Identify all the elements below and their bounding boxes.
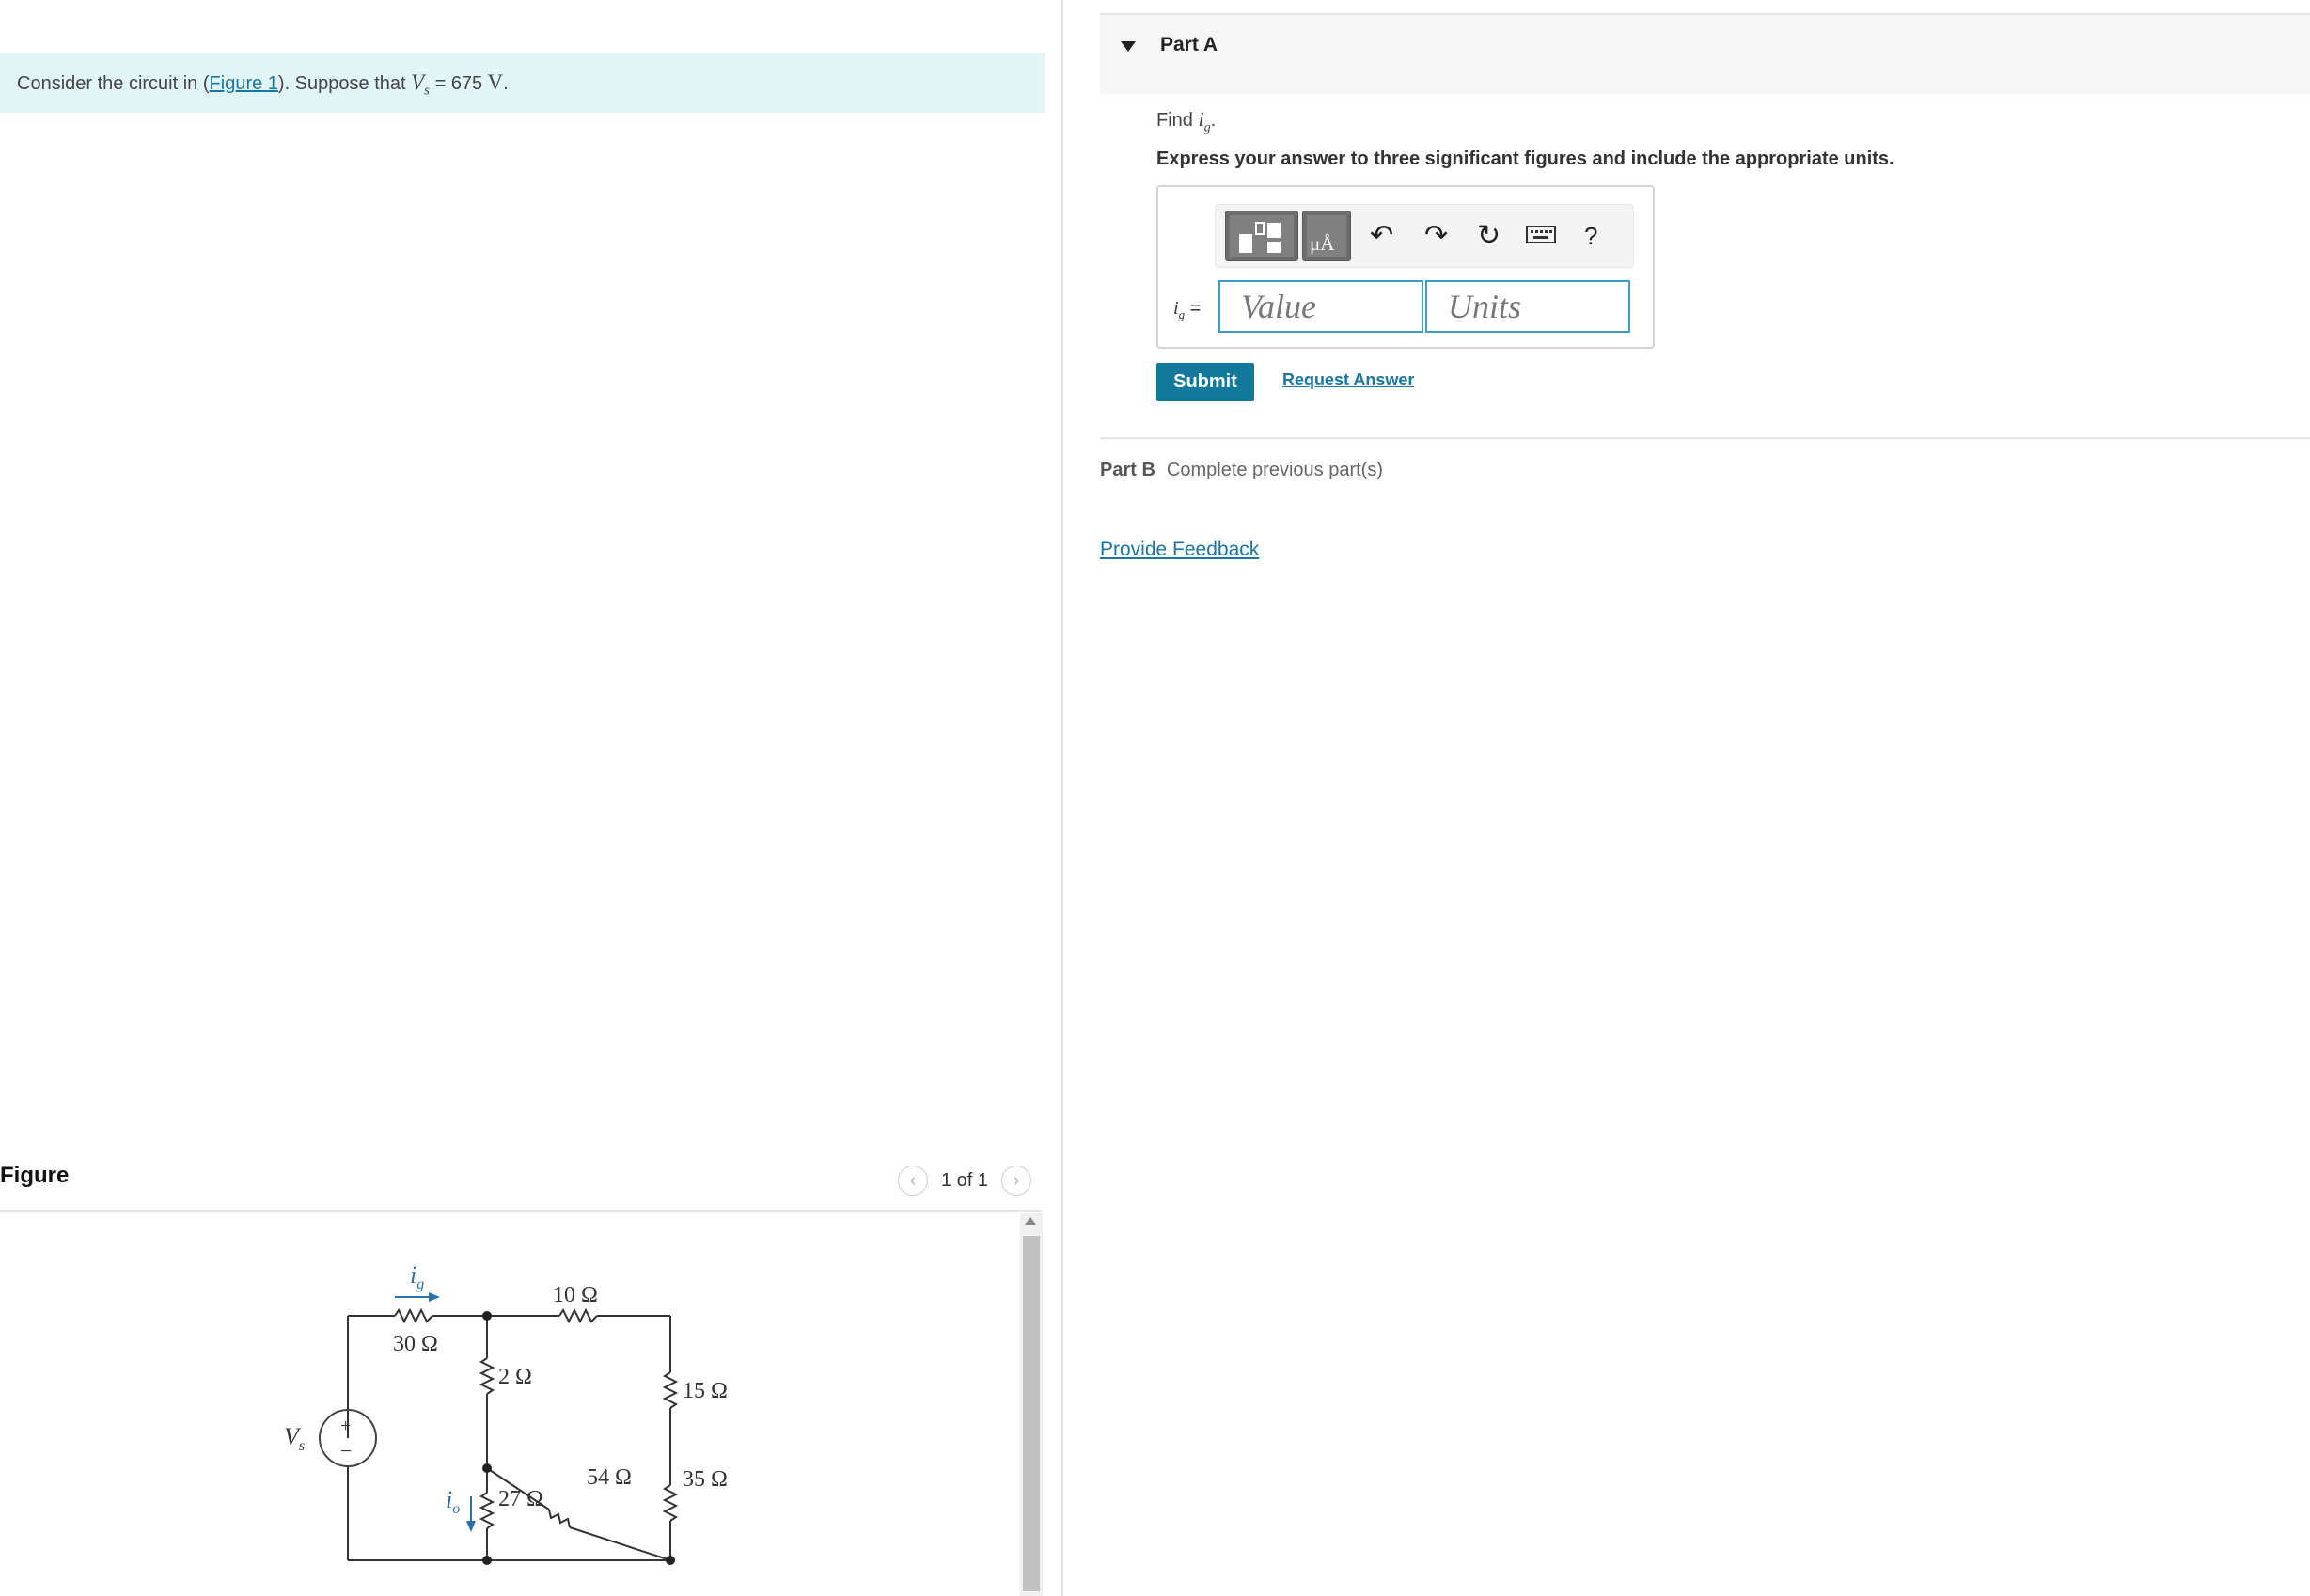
part-b-row: Part B Complete previous part(s) bbox=[1100, 460, 1383, 481]
caret-down-icon[interactable] bbox=[1121, 41, 1136, 52]
chevron-right-icon[interactable]: › bbox=[1001, 1166, 1032, 1196]
intro-equals: = bbox=[430, 73, 451, 94]
io-label: io bbox=[446, 1486, 460, 1517]
chevron-left-icon[interactable]: ‹ bbox=[898, 1166, 928, 1196]
resistor-2-label: 2 Ω bbox=[498, 1365, 532, 1389]
units-icon[interactable]: μÅ bbox=[1302, 211, 1351, 261]
resistor-27-label: 27 Ω bbox=[498, 1487, 543, 1511]
figure-title: Figure bbox=[0, 1163, 70, 1188]
intro-suffix: . bbox=[503, 73, 509, 94]
help-icon[interactable]: ? bbox=[1584, 220, 1597, 252]
source-label: Vs bbox=[284, 1423, 305, 1454]
vs-unit: V bbox=[487, 70, 504, 94]
part-a-title: Part A bbox=[1160, 34, 1218, 55]
request-answer-link[interactable]: Request Answer bbox=[1282, 370, 1414, 390]
reset-icon[interactable]: ↻ bbox=[1477, 220, 1501, 252]
answer-label: ig = bbox=[1173, 298, 1202, 321]
figure-divider bbox=[0, 1210, 1042, 1212]
figure-pagination: ‹ 1 of 1 › bbox=[898, 1165, 1032, 1197]
answer-box: μÅ ↶ ↷ ↻ ? ig = bbox=[1156, 185, 1655, 349]
units-input[interactable] bbox=[1425, 280, 1630, 333]
left-pane: Consider the circuit in (Figure 1). Supp… bbox=[0, 0, 1061, 1596]
figure-counter: 1 of 1 bbox=[941, 1169, 989, 1191]
resistor-54-label: 54 Ω bbox=[587, 1465, 632, 1490]
ig-label: ig bbox=[410, 1261, 424, 1292]
resistor-35-label: 35 Ω bbox=[683, 1467, 728, 1492]
problem-intro: Consider the circuit in (Figure 1). Supp… bbox=[0, 53, 1045, 113]
answer-instruction: Express your answer to three significant… bbox=[1156, 149, 1894, 169]
find-prompt: Find ig. bbox=[1156, 107, 1217, 135]
undo-icon[interactable]: ↶ bbox=[1370, 220, 1393, 252]
scroll-up-icon[interactable] bbox=[1025, 1217, 1036, 1225]
part-b-divider bbox=[1100, 437, 2310, 439]
scrollbar-thumb[interactable] bbox=[1023, 1236, 1040, 1591]
part-a-header[interactable]: Part A bbox=[1100, 15, 2310, 94]
vs-variable: Vs bbox=[411, 70, 431, 99]
source-minus: − bbox=[340, 1439, 352, 1463]
figure-link[interactable]: Figure 1 bbox=[210, 73, 278, 94]
vs-value: 675 bbox=[450, 73, 483, 94]
part-b-status: Complete previous part(s) bbox=[1166, 460, 1383, 480]
keyboard-icon[interactable] bbox=[1526, 220, 1556, 252]
submit-button[interactable]: Submit bbox=[1156, 363, 1254, 401]
redo-icon[interactable]: ↷ bbox=[1424, 220, 1448, 252]
circuit-diagram: 30 Ω 10 Ω 2 Ω 15 Ω 54 Ω 35 Ω 27 Ω + − Vs… bbox=[284, 1261, 728, 1565]
templates-icon[interactable] bbox=[1225, 211, 1298, 261]
part-b-title: Part B bbox=[1100, 460, 1155, 480]
pane-divider bbox=[1061, 0, 1063, 1596]
provide-feedback-link[interactable]: Provide Feedback bbox=[1100, 539, 1259, 561]
resistor-15-label: 15 Ω bbox=[683, 1379, 728, 1403]
resistor-10-label: 10 Ω bbox=[553, 1283, 598, 1307]
resistor-30-label: 30 Ω bbox=[393, 1332, 438, 1356]
math-toolbar: μÅ ↶ ↷ ↻ ? bbox=[1215, 204, 1634, 268]
intro-middle: ). Suppose that bbox=[277, 73, 412, 94]
source-plus: + bbox=[340, 1416, 351, 1436]
intro-prefix: Consider the circuit in ( bbox=[17, 73, 210, 94]
value-input[interactable] bbox=[1218, 280, 1423, 333]
